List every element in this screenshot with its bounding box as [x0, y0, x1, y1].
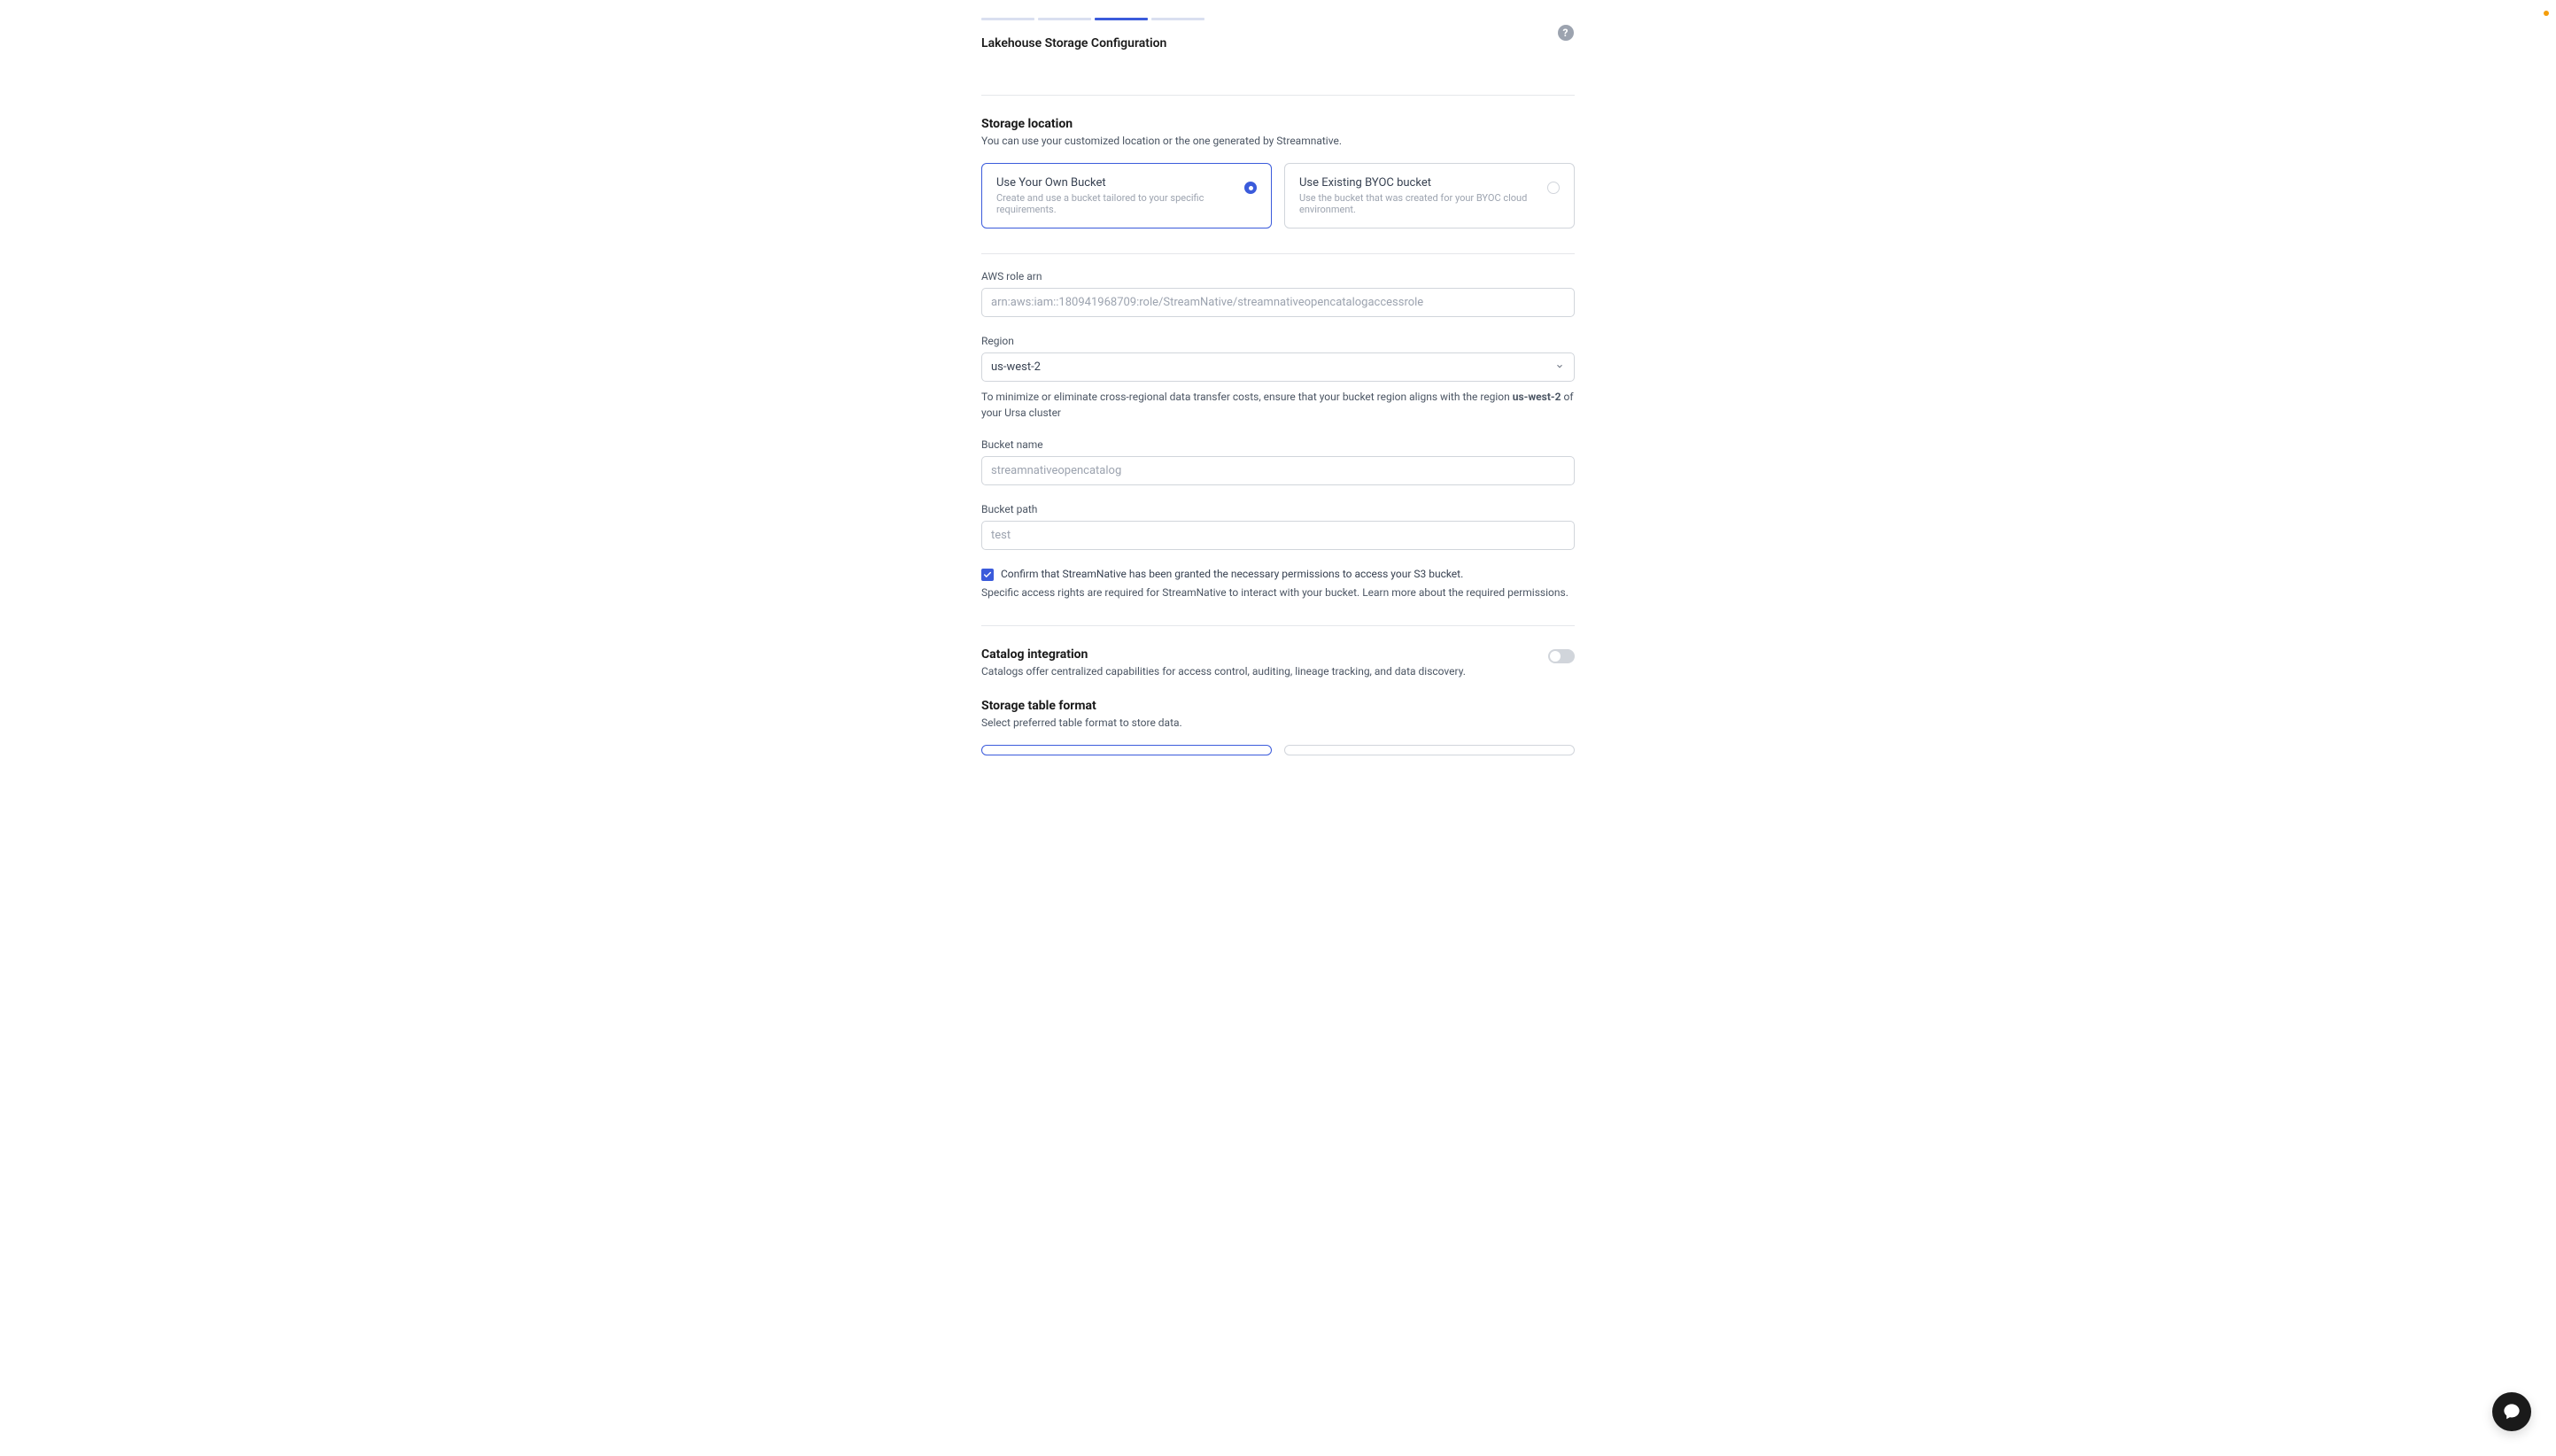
toggle-knob — [1550, 651, 1561, 662]
help-icon[interactable]: ? — [1558, 25, 1574, 41]
option-use-existing-byoc[interactable]: Use Existing BYOC bucket Use the bucket … — [1284, 163, 1575, 228]
option-sub: Use the bucket that was created for your… — [1299, 192, 1540, 215]
region-select[interactable]: us-west-2 — [981, 352, 1575, 382]
catalog-integration-section: Catalog integration Catalogs offer centr… — [981, 626, 1575, 699]
confirm-permissions-sub: Specific access rights are required for … — [981, 585, 1575, 600]
storage-table-format-title: Storage table format — [981, 699, 1575, 713]
stepper — [981, 18, 1575, 20]
option-sub: Create and use a bucket tailored to your… — [996, 192, 1237, 215]
divider — [981, 253, 1575, 254]
storage-table-format-section: Storage table format Select preferred ta… — [981, 699, 1575, 755]
bucket-path-field: Bucket path — [981, 503, 1575, 550]
step-1 — [981, 18, 1034, 20]
radio-icon — [1547, 182, 1560, 194]
option-title: Use Your Own Bucket — [996, 176, 1237, 190]
catalog-integration-desc: Catalogs offer centralized capabilities … — [981, 665, 1466, 678]
radio-icon — [1244, 182, 1257, 194]
page-container: ? Lakehouse Storage Configuration Storag… — [639, 0, 1917, 791]
step-4 — [1151, 18, 1204, 20]
bucket-path-input[interactable] — [981, 521, 1575, 550]
help-button-wrap: ? — [1558, 25, 1574, 41]
aws-role-arn-field: AWS role arn — [981, 270, 1575, 317]
bucket-name-field: Bucket name — [981, 438, 1575, 485]
catalog-integration-toggle[interactable] — [1548, 649, 1575, 663]
storage-location-title: Storage location — [981, 117, 1575, 131]
confirm-permissions-label: Confirm that StreamNative has been grant… — [1001, 568, 1463, 580]
option-use-your-own-bucket[interactable]: Use Your Own Bucket Create and use a buc… — [981, 163, 1272, 228]
chat-button[interactable] — [2492, 1392, 2531, 1431]
option-title: Use Existing BYOC bucket — [1299, 176, 1540, 190]
step-3 — [1095, 18, 1148, 20]
format-option-1[interactable] — [981, 745, 1272, 755]
bucket-name-input[interactable] — [981, 456, 1575, 485]
aws-role-arn-label: AWS role arn — [981, 270, 1575, 283]
step-2 — [1038, 18, 1091, 20]
region-label: Region — [981, 335, 1575, 347]
format-option-2[interactable] — [1284, 745, 1575, 755]
aws-role-arn-input[interactable] — [981, 288, 1575, 317]
form-container: Lakehouse Storage Configuration Storage … — [981, 18, 1575, 755]
storage-location-section: Storage location You can use your custom… — [981, 96, 1575, 755]
confirm-permissions-checkbox[interactable] — [981, 569, 994, 581]
catalog-integration-title: Catalog integration — [981, 647, 1466, 662]
region-hint: To minimize or eliminate cross-regional … — [981, 389, 1575, 421]
page-title: Lakehouse Storage Configuration — [981, 36, 1575, 50]
bucket-path-label: Bucket path — [981, 503, 1575, 515]
format-option-row — [981, 745, 1575, 755]
bucket-name-label: Bucket name — [981, 438, 1575, 451]
chat-icon — [2502, 1402, 2521, 1421]
confirm-permissions-block: Confirm that StreamNative has been grant… — [981, 568, 1575, 600]
notification-dot — [2544, 11, 2549, 16]
region-field: Region us-west-2 To minimize or eliminat… — [981, 335, 1575, 421]
storage-table-format-desc: Select preferred table format to store d… — [981, 716, 1575, 729]
storage-location-desc: You can use your customized location or … — [981, 135, 1575, 147]
storage-option-row: Use Your Own Bucket Create and use a buc… — [981, 163, 1575, 228]
